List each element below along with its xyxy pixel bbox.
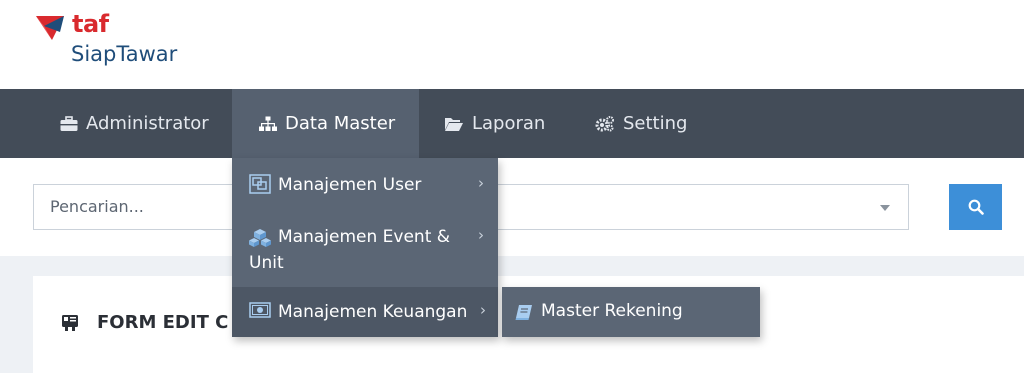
chevron-right-icon: › [478,174,484,192]
users-frame-icon [249,174,271,194]
menu-item-label: Manajemen User [278,175,422,195]
menu-item-label: Manajemen Keuangan [278,302,468,322]
nav-label: Data Master [285,113,396,134]
card-header: FORM EDIT C [61,312,228,333]
menu-item-label-line1: Manajemen Event & [278,227,451,247]
data-master-dropdown: Manajemen User › Manajemen Event & Unit … [232,158,498,337]
menu-item-label: Master Rekening [541,301,683,321]
nav-item-laporan[interactable]: Laporan [444,89,545,158]
logo-brand: taf [72,10,109,38]
nav-item-setting[interactable]: Setting [595,89,687,158]
keuangan-submenu: Master Rekening [502,287,760,337]
nav-item-data-master[interactable]: Data Master [232,89,419,158]
logo-app-name: SiapTawar [71,42,178,66]
search-placeholder: Pencarian... [50,197,144,216]
menu-item-manajemen-user[interactable]: Manajemen User › [232,170,498,220]
menu-item-manajemen-event-unit[interactable]: Manajemen Event & Unit › [232,220,498,286]
search-button[interactable] [949,184,1002,230]
logo-mark-icon [36,16,64,40]
nav-label: Setting [623,113,688,134]
search-section: Pencarian... [0,158,1024,256]
nav-label: Laporan [472,113,546,134]
search-icon [968,199,984,215]
money-icon [249,302,271,318]
cubes-icon [249,229,271,247]
nav-item-administrator[interactable]: Administrator [60,89,209,158]
nav-label: Administrator [86,113,209,134]
book-icon [515,305,532,320]
menu-item-master-rekening[interactable]: Master Rekening [502,287,760,337]
chevron-right-icon: › [478,226,484,244]
top-header: taf SiapTawar [0,0,1024,89]
briefcase-icon [60,115,78,131]
caret-down-icon[interactable] [880,205,890,211]
folder-open-icon [445,117,463,131]
main-navbar: Administrator Data Master Laporan Settin… [0,89,1024,158]
form-icon [62,314,78,331]
menu-item-manajemen-keuangan[interactable]: Manajemen Keuangan › [232,287,498,337]
menu-item-label-line2: Unit [249,253,284,273]
card-title: FORM EDIT C [97,312,229,333]
sitemap-icon [259,116,277,131]
chevron-right-icon: › [480,301,486,319]
gears-icon [595,115,614,131]
